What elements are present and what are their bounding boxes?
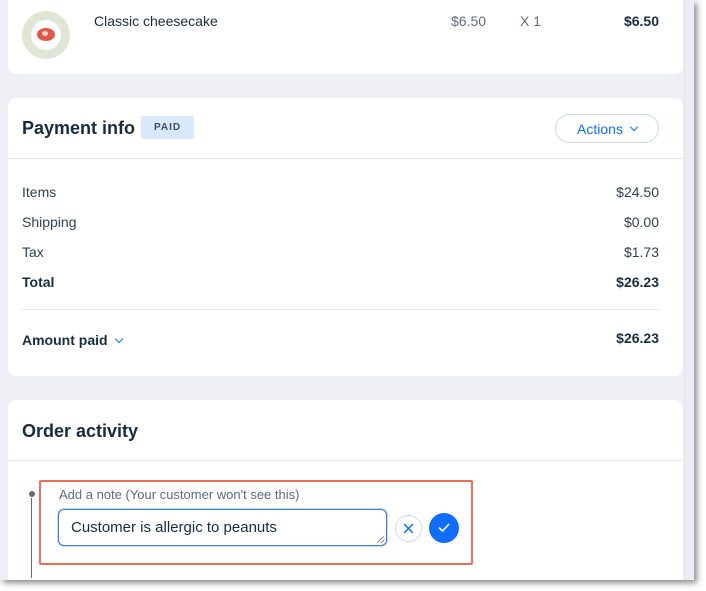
tax-row: Tax $1.73: [22, 244, 659, 260]
items-label: Items: [22, 184, 57, 200]
timeline-dot: [29, 491, 35, 497]
order-activity-title: Order activity: [22, 421, 139, 441]
shipping-value: $0.00: [623, 214, 659, 230]
product-total: $6.50: [623, 13, 659, 29]
shipping-row: Shipping $0.00: [22, 214, 659, 230]
chevron-down-icon: [114, 334, 123, 343]
payment-info-title: Payment info: [22, 118, 136, 138]
amount-paid-value: $26.23: [616, 330, 659, 346]
actions-button[interactable]: Actions: [555, 114, 659, 143]
product-line-card: Classic cheesecake $6.50 X 1 $6.50: [8, 0, 683, 74]
cancel-note-button[interactable]: [395, 515, 422, 542]
timeline-line: [31, 498, 32, 578]
product-price: $6.50: [451, 13, 487, 29]
order-activity-card: Order activity Add a note (Your customer…: [8, 400, 683, 580]
note-label: Add a note (Your customer won't see this…: [59, 487, 300, 502]
tax-value: $1.73: [623, 244, 659, 260]
divider: [22, 309, 659, 310]
save-note-button[interactable]: [429, 513, 459, 543]
actions-button-label: Actions: [577, 120, 623, 137]
product-quantity: X 1: [520, 13, 542, 29]
total-label: Total: [22, 274, 55, 290]
checkmark-icon: [438, 523, 450, 532]
total-value: $26.23: [616, 274, 659, 290]
tax-label: Tax: [22, 244, 44, 260]
divider: [8, 460, 683, 461]
chevron-down-icon: [629, 122, 639, 131]
resize-handle-icon[interactable]: [377, 536, 384, 543]
product-thumbnail: [22, 11, 70, 59]
amount-paid-label: Amount paid: [22, 332, 108, 348]
payment-info-card: Payment info PAID Actions Items $24.50 S…: [8, 98, 683, 376]
status-badge: PAID: [141, 116, 195, 139]
order-page: Classic cheesecake $6.50 X 1 $6.50 Payme…: [0, 0, 694, 580]
items-row: Items $24.50: [22, 184, 659, 200]
shipping-label: Shipping: [22, 214, 77, 230]
product-name: Classic cheesecake: [94, 13, 218, 29]
items-value: $24.50: [616, 184, 659, 200]
divider: [8, 158, 683, 159]
close-icon: [403, 523, 414, 534]
amount-paid-toggle[interactable]: Amount paid: [22, 332, 123, 348]
note-input[interactable]: [58, 509, 387, 546]
total-row: Total $26.23: [22, 274, 659, 290]
scrollbar[interactable]: [684, 0, 694, 580]
